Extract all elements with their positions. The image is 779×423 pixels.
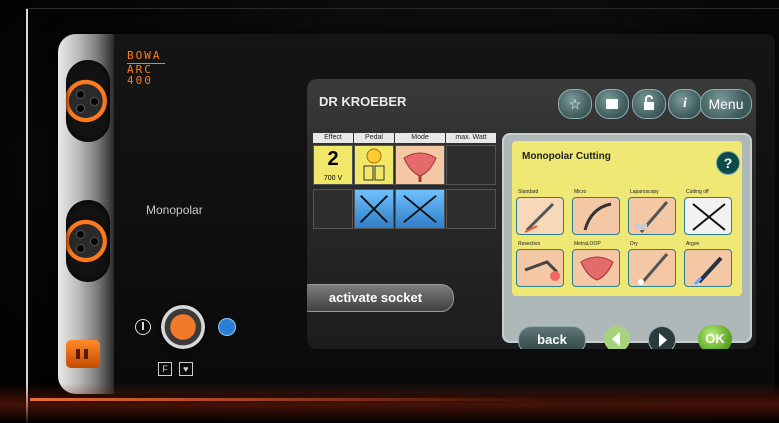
mode-selection-area: Monopolar Cutting ? Standard Micro Lapar… — [512, 141, 742, 296]
f-symbol: F — [158, 362, 172, 376]
brand-line-1: BOWA — [127, 50, 165, 64]
dry-electrode-icon — [638, 253, 669, 285]
neutral-socket[interactable] — [66, 340, 100, 368]
uterus-icon — [580, 256, 614, 281]
laparoscopy-icon — [635, 201, 669, 233]
book-icon[interactable] — [595, 89, 629, 119]
mode-cell-off[interactable] — [395, 189, 445, 229]
column-header-mode: Mode — [395, 133, 445, 143]
option-label: Dry — [630, 241, 638, 247]
pedal-icon — [363, 148, 385, 181]
max-watt-cell[interactable] — [446, 145, 496, 185]
column-header-effect: Effect — [313, 133, 353, 143]
brand-line-3: 400 — [127, 74, 153, 87]
effect-cell-empty[interactable] — [313, 189, 353, 229]
frame-top-line — [26, 8, 779, 9]
socket-settings-grid: Effect Pedal Mode max. Watt 2 700 V — [313, 133, 496, 243]
chevron-right-glyph — [659, 333, 667, 347]
argon-icon — [693, 256, 723, 286]
uterus-icon — [403, 152, 437, 182]
mode-cell[interactable] — [395, 145, 445, 185]
resection-icon — [524, 260, 560, 281]
chevron-left-icon[interactable] — [604, 326, 630, 349]
column-header-max-watt: max. Watt — [446, 133, 496, 143]
option-resection[interactable] — [516, 249, 564, 287]
socket-pin — [90, 97, 99, 106]
user-name: DR KROEBER — [319, 94, 407, 109]
option-micro[interactable] — [572, 197, 620, 235]
star-icon[interactable]: ☆ — [558, 89, 592, 119]
help-icon[interactable]: ? — [716, 151, 740, 175]
socket-bottom[interactable] — [66, 200, 110, 282]
control-knob[interactable] — [161, 305, 205, 349]
option-standard[interactable] — [516, 197, 564, 235]
x-icon — [403, 194, 437, 224]
chevron-left-glyph — [612, 332, 620, 346]
option-label: Laparoscopy — [630, 189, 659, 195]
pedal-cell-off[interactable] — [354, 189, 394, 229]
panel-title: Monopolar Cutting — [522, 151, 611, 162]
floor-glow — [0, 383, 779, 423]
option-argon[interactable] — [684, 249, 732, 287]
power-icon[interactable] — [135, 319, 151, 335]
socket-slot — [84, 349, 88, 359]
activate-socket-button[interactable]: activate socket — [307, 284, 454, 312]
socket-pin — [76, 104, 85, 113]
blue-status-icon — [218, 318, 236, 336]
x-icon — [360, 195, 388, 223]
option-label: Resection — [518, 241, 541, 247]
effect-voltage: 700 V — [323, 175, 343, 182]
socket-pin — [76, 244, 85, 253]
back-button[interactable]: back — [518, 326, 586, 349]
option-laparoscopy[interactable] — [628, 197, 676, 235]
mode-label: Monopolar — [146, 203, 203, 217]
socket-pin — [90, 237, 99, 246]
panel-navigation: back OK — [518, 324, 738, 349]
brand-logo: BOWA ARC 400 — [127, 50, 165, 86]
option-label: Argon — [686, 241, 700, 247]
scene: BOWA ARC 400 Monopolar F ♥ DR KROEBER ☆ … — [0, 0, 779, 423]
column-header-pedal: Pedal — [354, 133, 394, 143]
footer-symbols: F ♥ — [158, 362, 197, 376]
option-metraloop[interactable] — [572, 249, 620, 287]
lock-icon[interactable] — [632, 89, 666, 119]
socket-slot — [76, 349, 80, 359]
socket-top[interactable] — [66, 60, 110, 142]
frame-line — [26, 8, 28, 423]
micro-electrode-icon — [583, 202, 612, 231]
option-label: MetraLOOP — [574, 241, 601, 247]
chevron-right-icon[interactable] — [648, 326, 676, 349]
ok-button[interactable]: OK — [698, 325, 732, 349]
info-icon[interactable]: i — [668, 89, 702, 119]
option-label: Cutting off — [686, 189, 709, 195]
x-icon — [692, 203, 726, 231]
socket-pin — [76, 230, 85, 239]
option-dry[interactable] — [628, 249, 676, 287]
option-label: Standard — [518, 189, 539, 195]
socket-pin — [76, 90, 85, 99]
lock-icon-glyph — [644, 95, 654, 110]
option-label: Micro — [574, 189, 587, 195]
electrode-icon — [524, 202, 555, 233]
mode-selection-panel: Monopolar Cutting ? Standard Micro Lapar… — [502, 133, 752, 349]
reflection-line — [30, 398, 550, 401]
pedal-cell[interactable] — [354, 145, 394, 185]
heart-icon: ♥ — [178, 362, 193, 376]
book-icon-glyph — [606, 99, 618, 109]
effect-cell[interactable]: 2 700 V — [313, 145, 353, 185]
effect-value: 2 — [327, 148, 339, 170]
menu-button[interactable]: Menu — [700, 89, 752, 119]
option-cutting-off[interactable] — [684, 197, 732, 235]
touch-screen: DR KROEBER ☆ i Menu Effect Pedal Mode ma… — [307, 79, 756, 349]
max-watt-cell-empty[interactable] — [446, 189, 496, 229]
